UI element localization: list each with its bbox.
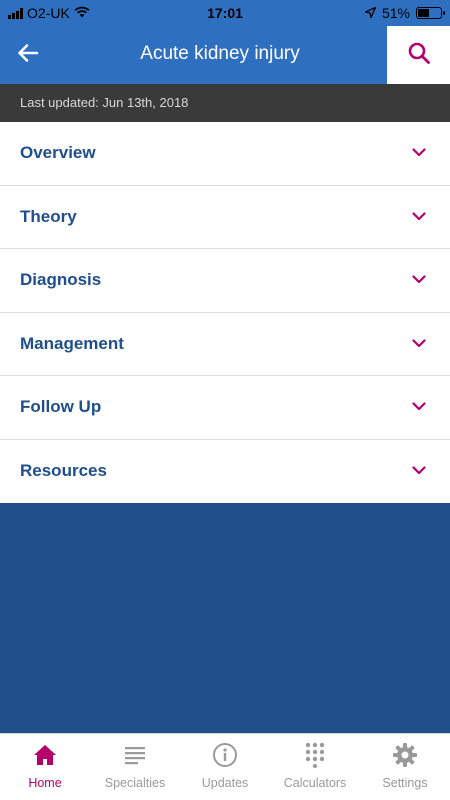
battery-percent: 51%	[381, 5, 410, 21]
section-label: Diagnosis	[20, 270, 102, 290]
chevron-down-icon	[412, 144, 426, 162]
chevron-down-icon	[412, 271, 426, 289]
search-button[interactable]	[387, 26, 450, 84]
section-label: Follow Up	[20, 397, 102, 417]
tab-updates[interactable]: Updates	[180, 734, 270, 800]
last-updated-text: Last updated: Jun 13th, 2018	[20, 95, 189, 110]
tab-specialties[interactable]: Specialties	[90, 734, 180, 800]
search-icon	[407, 41, 431, 70]
section-theory[interactable]: Theory	[0, 186, 450, 249]
chevron-down-icon	[412, 335, 426, 353]
location-arrow-icon	[363, 5, 377, 21]
tab-label: Specialties	[104, 776, 166, 790]
battery-icon	[416, 7, 445, 19]
chevron-down-icon	[412, 208, 426, 226]
tab-label: Settings	[382, 776, 428, 790]
tab-label: Home	[28, 776, 62, 790]
tab-home[interactable]: Home	[0, 734, 90, 800]
section-label: Resources	[20, 461, 107, 481]
battery-fill	[418, 9, 430, 17]
chevron-down-icon	[412, 462, 426, 480]
page-title: Acute kidney injury	[140, 43, 300, 64]
back-button[interactable]	[8, 35, 48, 75]
tab-settings[interactable]: Settings	[360, 734, 450, 800]
status-bar: O2-UK 17:01 51%	[0, 0, 450, 26]
status-right: 51%	[363, 5, 445, 21]
list-icon	[124, 742, 146, 768]
section-follow-up[interactable]: Follow Up	[0, 376, 450, 440]
tab-calculators[interactable]: Calculators	[270, 734, 360, 800]
last-updated-bar: Last updated: Jun 13th, 2018	[0, 84, 450, 122]
arrow-left-icon	[16, 43, 40, 68]
info-icon	[212, 742, 238, 768]
section-overview[interactable]: Overview	[0, 122, 450, 186]
section-label: Overview	[20, 143, 96, 163]
section-management[interactable]: Management	[0, 313, 450, 376]
tab-label: Updates	[201, 776, 249, 790]
tab-label: Calculators	[283, 776, 347, 790]
section-resources[interactable]: Resources	[0, 440, 450, 504]
section-list: Overview Theory Diagnosis Management Fol…	[0, 122, 450, 503]
gear-icon	[392, 742, 418, 768]
section-diagnosis[interactable]: Diagnosis	[0, 249, 450, 313]
keypad-icon	[304, 742, 326, 768]
section-label: Theory	[20, 206, 77, 226]
app-bar: Acute kidney injury	[0, 26, 450, 84]
section-label: Management	[20, 333, 124, 353]
chevron-down-icon	[412, 398, 426, 416]
home-icon	[33, 742, 57, 768]
bottom-tab-bar: Home Specialties Updates Calculators Set…	[0, 733, 450, 800]
